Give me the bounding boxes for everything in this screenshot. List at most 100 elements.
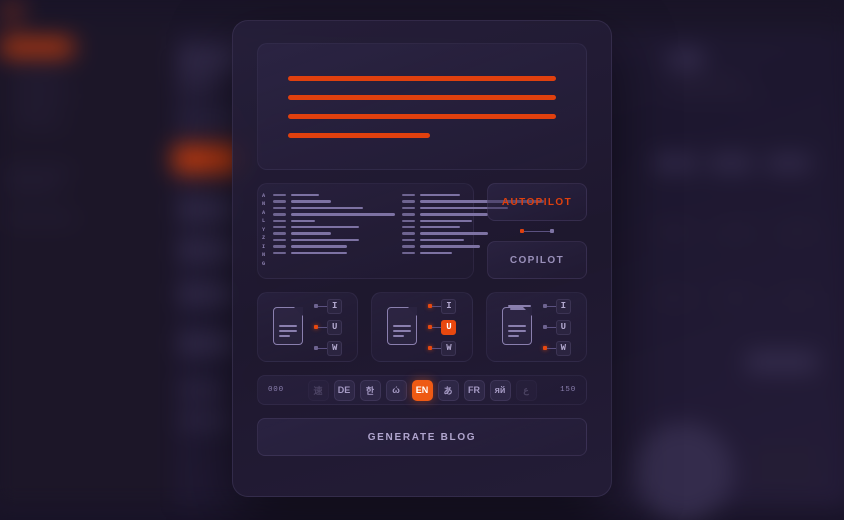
language-chip[interactable]: 速 bbox=[307, 379, 329, 401]
code-line bbox=[272, 219, 395, 222]
title-placeholder-panel bbox=[257, 43, 587, 170]
pilot-mode-selector: AUTOPILOT COPILOT bbox=[487, 183, 587, 279]
page-fold-corner bbox=[408, 307, 418, 316]
language-chip[interactable]: FR bbox=[463, 379, 485, 401]
analyzing-letter: N bbox=[262, 252, 266, 259]
format-option-i[interactable]: I bbox=[314, 298, 343, 314]
code-line-text bbox=[290, 200, 331, 203]
code-line-number bbox=[401, 219, 415, 222]
analyzing-letter: Z bbox=[262, 235, 266, 242]
autopilot-button[interactable]: AUTOPILOT bbox=[487, 183, 587, 221]
code-line-number bbox=[272, 238, 286, 242]
bg-sidebar-item bbox=[3, 167, 72, 177]
pilot-connector[interactable] bbox=[487, 221, 587, 241]
generate-blog-button[interactable]: GENERATE BLOG bbox=[257, 418, 587, 456]
format-option-u[interactable]: U bbox=[542, 319, 571, 335]
option-connector-line bbox=[546, 305, 556, 307]
option-connector-line bbox=[318, 305, 328, 307]
option-key-w[interactable]: W bbox=[327, 340, 343, 356]
option-connector-line bbox=[546, 347, 556, 349]
code-line-text bbox=[419, 238, 464, 242]
bg-list-item bbox=[178, 383, 227, 396]
code-line-number bbox=[272, 245, 286, 248]
document-text-lines bbox=[507, 325, 526, 337]
analyzing-letter: I bbox=[262, 243, 266, 250]
word-count-min: 000 bbox=[268, 386, 284, 394]
option-key-u[interactable]: U bbox=[441, 319, 457, 335]
option-key-i[interactable]: I bbox=[327, 298, 343, 314]
code-line-text bbox=[419, 251, 452, 254]
code-line-number bbox=[272, 213, 286, 216]
bg-list-item bbox=[178, 332, 237, 355]
code-line-number bbox=[272, 206, 286, 210]
format-option-w[interactable]: W bbox=[542, 340, 571, 356]
code-line bbox=[272, 238, 395, 242]
language-chip[interactable]: ώ bbox=[385, 379, 407, 401]
code-line-text bbox=[290, 206, 363, 210]
bg-chip bbox=[652, 290, 694, 304]
document-format-cards: IUWIUWIUW bbox=[257, 292, 587, 362]
code-line-text bbox=[290, 238, 359, 242]
code-column bbox=[272, 191, 395, 271]
connector-line bbox=[524, 230, 550, 232]
format-option-u[interactable]: U bbox=[428, 319, 457, 335]
code-line-text bbox=[419, 219, 472, 222]
code-line-number bbox=[272, 194, 286, 197]
document-icon bbox=[387, 307, 419, 347]
format-option-w[interactable]: W bbox=[428, 340, 457, 356]
code-line bbox=[272, 194, 395, 197]
option-key-w[interactable]: W bbox=[441, 340, 457, 356]
analyzing-letter: Y bbox=[262, 226, 266, 233]
code-line bbox=[272, 245, 395, 248]
code-line-text bbox=[290, 213, 395, 216]
option-key-i[interactable]: I bbox=[441, 298, 457, 314]
document-stack-icon bbox=[501, 305, 534, 347]
page-fold-corner bbox=[294, 307, 304, 316]
bg-chip bbox=[652, 224, 694, 238]
format-option-i[interactable]: I bbox=[542, 298, 571, 314]
copilot-button[interactable]: COPILOT bbox=[487, 241, 587, 279]
language-chip[interactable]: 한 bbox=[359, 379, 381, 401]
code-line-text bbox=[419, 194, 460, 197]
code-line-text bbox=[290, 245, 347, 248]
analyzing-letter: A bbox=[262, 193, 266, 199]
language-chip[interactable]: яй bbox=[489, 379, 511, 401]
format-option-i[interactable]: I bbox=[428, 298, 457, 314]
option-key-w[interactable]: W bbox=[555, 340, 571, 356]
code-line-number bbox=[272, 225, 286, 229]
code-line bbox=[272, 206, 395, 210]
bg-chip bbox=[776, 290, 818, 304]
bg-sidebar-item bbox=[14, 93, 74, 101]
language-chip[interactable]: あ bbox=[437, 379, 459, 401]
code-line-text bbox=[419, 225, 460, 229]
document-format-card[interactable]: IUW bbox=[371, 292, 473, 362]
document-format-card[interactable]: IUW bbox=[257, 292, 359, 362]
option-key-u[interactable]: U bbox=[555, 319, 571, 335]
language-chip[interactable]: EN bbox=[411, 379, 433, 401]
code-line-text bbox=[290, 225, 359, 229]
code-line-number bbox=[401, 232, 415, 235]
bg-list-item bbox=[178, 239, 237, 263]
format-option-w[interactable]: W bbox=[314, 340, 343, 356]
word-count-max: 150 bbox=[560, 386, 576, 394]
bg-content-text bbox=[667, 90, 762, 98]
code-line-text bbox=[419, 232, 488, 235]
code-line-number bbox=[272, 200, 286, 203]
code-line-text bbox=[290, 232, 331, 235]
language-chips: 速 DE 한 ώ EN あ FR яй ع bbox=[307, 379, 537, 401]
bg-sidebar-item bbox=[3, 182, 60, 193]
option-connector-line bbox=[546, 326, 556, 328]
document-format-card[interactable]: IUW bbox=[485, 292, 587, 362]
code-line-text bbox=[290, 219, 315, 222]
bg-list-item bbox=[178, 79, 221, 91]
format-option-list: IUW bbox=[542, 298, 571, 356]
format-option-u[interactable]: U bbox=[314, 319, 343, 335]
code-line-number bbox=[401, 213, 415, 216]
option-connector-line bbox=[432, 326, 442, 328]
option-key-u[interactable]: U bbox=[327, 319, 343, 335]
language-chip[interactable]: DE bbox=[333, 379, 355, 401]
option-key-i[interactable]: I bbox=[555, 298, 571, 314]
format-option-list: IUW bbox=[314, 298, 343, 356]
language-chip[interactable]: ع bbox=[515, 379, 537, 401]
code-line bbox=[272, 232, 395, 235]
